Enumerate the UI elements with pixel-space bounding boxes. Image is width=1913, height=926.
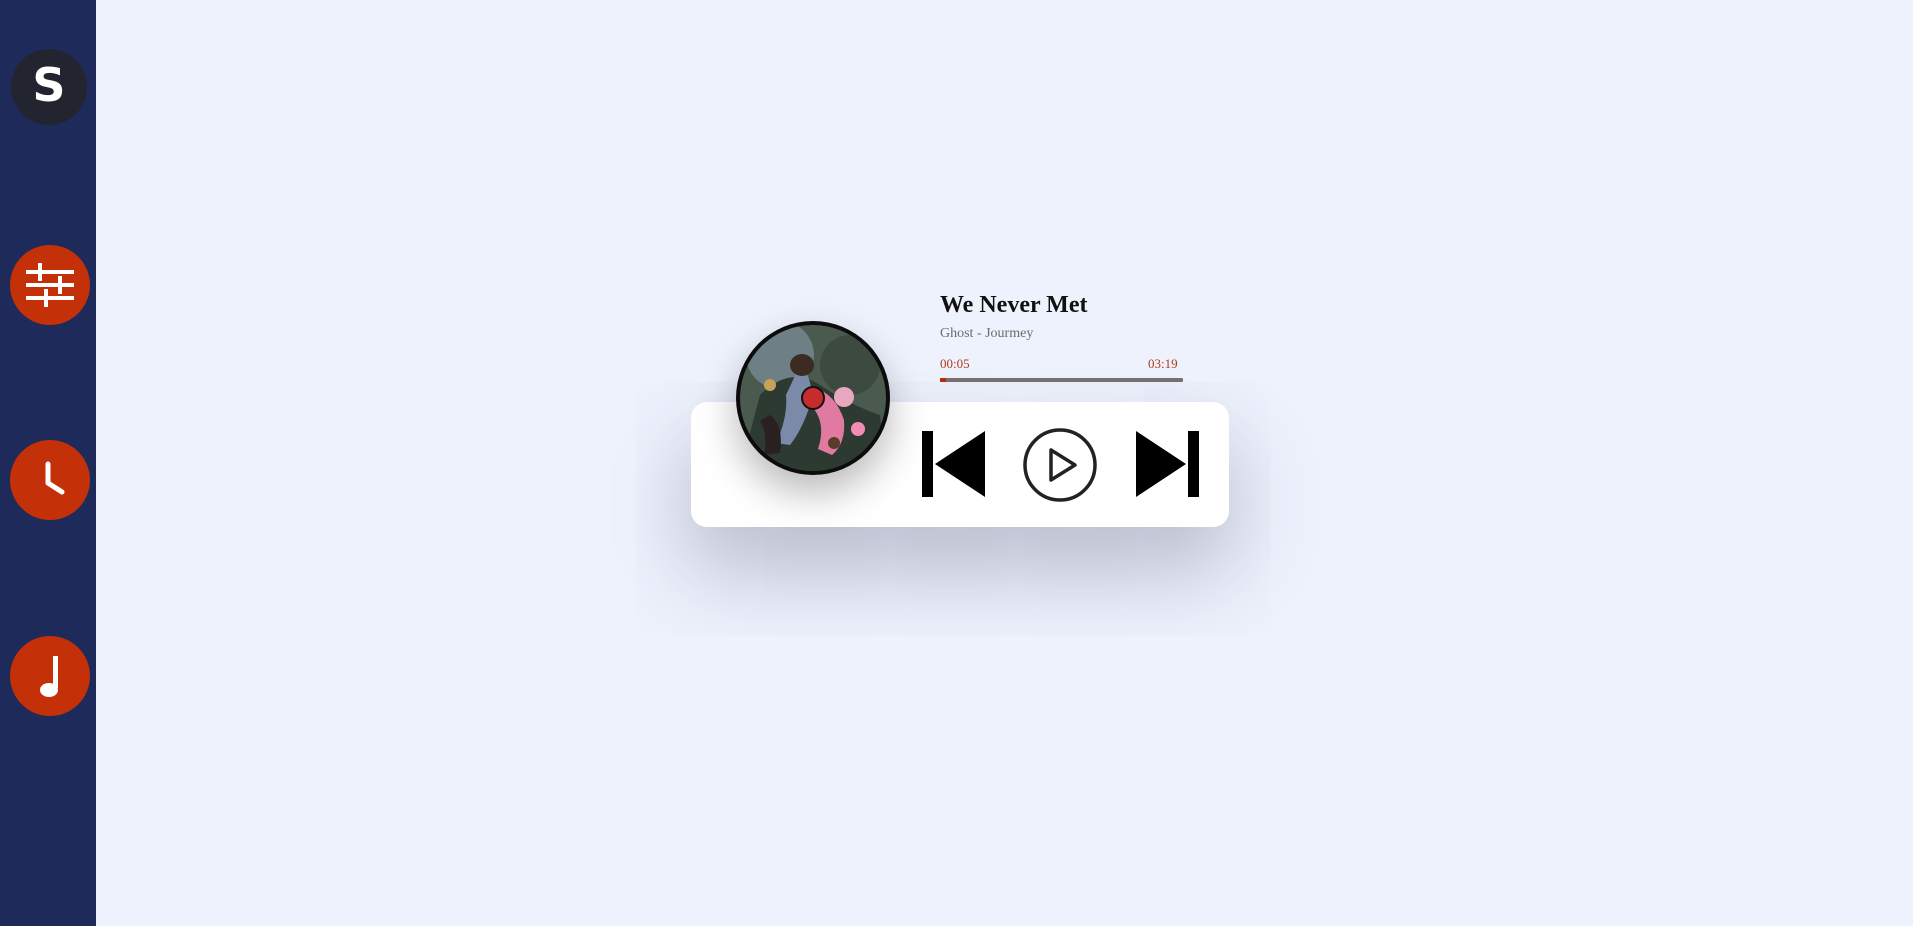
song-artist: Ghost - Jourmey xyxy=(940,326,1034,341)
album-disc xyxy=(736,321,890,475)
svg-text:S: S xyxy=(32,59,65,112)
music-note-icon xyxy=(40,656,58,697)
sidebar-item-history[interactable] xyxy=(10,440,90,520)
sidebar: S xyxy=(0,0,96,926)
skip-previous-icon xyxy=(922,431,985,497)
previous-track-button[interactable] xyxy=(920,429,988,499)
sidebar-item-music[interactable] xyxy=(10,636,90,716)
disc-center-dot xyxy=(801,386,825,410)
song-title: We Never Met xyxy=(940,292,1088,318)
progress-bar[interactable] xyxy=(940,378,1183,382)
next-track-button[interactable] xyxy=(1133,429,1201,499)
current-time: 00:05 xyxy=(940,356,970,371)
logo-s-icon: S xyxy=(32,59,65,112)
sidebar-item-settings[interactable] xyxy=(10,245,90,325)
play-button[interactable] xyxy=(1022,427,1098,503)
clock-icon xyxy=(45,461,65,495)
skip-next-icon xyxy=(1136,431,1199,497)
logo[interactable]: S xyxy=(11,49,87,125)
sliders-icon xyxy=(26,263,74,307)
play-icon xyxy=(1023,428,1097,502)
progress-fill xyxy=(940,378,947,382)
total-time: 03:19 xyxy=(1148,356,1178,371)
